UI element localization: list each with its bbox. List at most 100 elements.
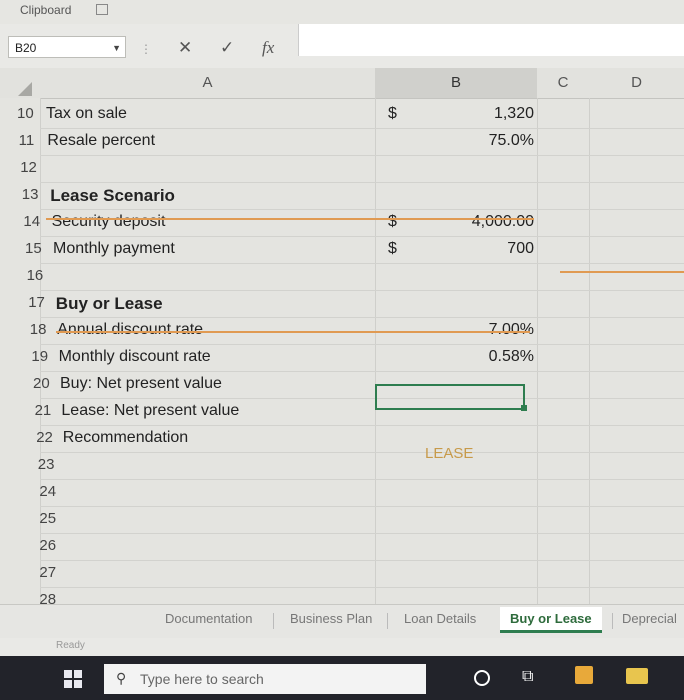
cell-value[interactable]: 700 xyxy=(507,240,534,258)
currency-symbol: $ xyxy=(388,213,397,230)
insert-function-icon[interactable]: fx xyxy=(262,38,274,58)
status-bar: Ready xyxy=(0,638,684,656)
fill-handle[interactable] xyxy=(521,405,527,411)
table-row[interactable]: 20 Buy: Net present value xyxy=(0,372,684,399)
table-row[interactable]: 17 Buy or Lease xyxy=(0,291,684,318)
section-divider xyxy=(46,218,534,220)
sheet-tabs: Documentation Business Plan Loan Details… xyxy=(0,604,684,639)
row-label: Monthly discount rate xyxy=(58,348,211,365)
currency-symbol: $ xyxy=(388,105,397,122)
table-row[interactable]: 15 Monthly payment $700 xyxy=(0,237,684,264)
table-row[interactable]: 24 xyxy=(0,480,684,507)
table-row[interactable]: 27 xyxy=(0,561,684,588)
ribbon: Clipboard xyxy=(0,0,684,25)
row-number[interactable]: 20 xyxy=(33,375,63,392)
windows-start-icon[interactable] xyxy=(64,670,82,688)
row-number[interactable]: 18 xyxy=(30,321,60,338)
column-header-d[interactable]: D xyxy=(589,68,684,99)
row-label: Buy: Net present value xyxy=(60,375,222,392)
table-row[interactable]: 25 xyxy=(0,507,684,534)
table-row[interactable]: 22 Recommendation xyxy=(0,426,684,453)
table-row[interactable]: 14 Security deposit $4,000.00 xyxy=(0,210,684,237)
table-row[interactable]: 21 Lease: Net present value xyxy=(0,399,684,426)
row-number[interactable]: 25 xyxy=(39,510,69,527)
recommendation-value: LEASE xyxy=(425,445,474,462)
tab-separator xyxy=(273,613,274,629)
row-label: Lease Scenario xyxy=(50,186,175,205)
row-number[interactable]: 27 xyxy=(39,564,69,581)
table-row[interactable]: 12 xyxy=(0,156,684,183)
row-number[interactable]: 28 xyxy=(39,591,69,604)
column-header-a[interactable]: A xyxy=(40,68,376,99)
row-number[interactable]: 21 xyxy=(35,402,65,419)
table-row[interactable]: 16 xyxy=(0,264,684,291)
row-label: Lease: Net present value xyxy=(61,402,240,419)
row-number[interactable]: 13 xyxy=(22,186,52,203)
row-number[interactable]: 12 xyxy=(20,159,50,176)
cell-value[interactable]: 0.58% xyxy=(489,348,534,366)
tab-buy-or-lease[interactable]: Buy or Lease xyxy=(500,607,602,633)
cell-value[interactable]: 1,320 xyxy=(494,105,534,123)
file-explorer-icon[interactable] xyxy=(626,668,648,684)
dialog-launcher-icon[interactable] xyxy=(96,4,108,15)
row-label: Buy or Lease xyxy=(55,294,163,313)
cortana-icon[interactable] xyxy=(474,670,490,686)
name-box[interactable]: B20 ▼ xyxy=(8,36,126,58)
column-header-c[interactable]: C xyxy=(537,68,590,99)
row-number[interactable]: 17 xyxy=(28,294,58,311)
table-row[interactable]: 26 xyxy=(0,534,684,561)
tab-documentation[interactable]: Documentation xyxy=(165,611,252,626)
search-placeholder: Type here to search xyxy=(140,671,264,687)
active-cell-b20[interactable] xyxy=(375,384,525,410)
row-label: Tax on sale xyxy=(46,105,127,122)
clipboard-group-label: Clipboard xyxy=(20,3,72,17)
tab-loan-details[interactable]: Loan Details xyxy=(404,611,476,626)
section-divider xyxy=(56,331,530,333)
search-icon: ⚲ xyxy=(116,670,127,686)
row-label: Recommendation xyxy=(62,429,189,446)
cell-value[interactable]: 7.00% xyxy=(489,321,534,339)
row-number[interactable]: 10 xyxy=(17,105,47,122)
row-number[interactable]: 26 xyxy=(39,537,69,554)
store-icon[interactable] xyxy=(575,666,593,684)
row-label: Resale percent xyxy=(47,132,156,149)
row-number[interactable]: 16 xyxy=(27,267,57,284)
row-number[interactable]: 22 xyxy=(36,429,66,446)
row-label: Security deposit xyxy=(51,213,166,230)
table-row[interactable]: 13 Lease Scenario xyxy=(0,183,684,210)
taskbar: ⚲ Type here to search ⧉ xyxy=(0,656,684,700)
select-all-icon xyxy=(18,82,32,96)
table-row[interactable]: 23 xyxy=(0,453,684,480)
tab-separator xyxy=(387,613,388,629)
chevron-down-icon[interactable]: ▼ xyxy=(112,37,121,59)
tab-depreciation[interactable]: Deprecial xyxy=(622,611,677,626)
cell-value[interactable]: 75.0% xyxy=(489,132,534,150)
cancel-icon[interactable]: ✕ xyxy=(178,38,192,58)
formula-input[interactable] xyxy=(298,24,684,56)
row-number[interactable]: 24 xyxy=(39,483,69,500)
enter-icon[interactable]: ✓ xyxy=(220,38,234,58)
status-text: Ready xyxy=(56,640,85,651)
column-header-b[interactable]: B xyxy=(375,68,538,99)
formula-bar: B20 ▼ ⋮ ✕ ✓ fx xyxy=(0,24,684,68)
cell-value[interactable]: 4,000.00 xyxy=(472,213,534,231)
table-row[interactable]: 19 Monthly discount rate 0.58% xyxy=(0,345,684,372)
tab-business-plan[interactable]: Business Plan xyxy=(290,611,372,626)
currency-symbol: $ xyxy=(388,240,397,257)
row-label: Annual discount rate xyxy=(57,321,204,338)
worksheet-grid[interactable]: A B C D 10 Tax on sale $1,320 11 Resale perc… xyxy=(0,68,684,604)
taskbar-search[interactable]: ⚲ Type here to search xyxy=(104,664,426,694)
select-all-corner[interactable] xyxy=(0,68,40,98)
row-number[interactable]: 14 xyxy=(23,213,53,230)
task-view-icon[interactable]: ⧉ xyxy=(522,668,533,686)
section-divider xyxy=(560,271,684,273)
row-number[interactable]: 19 xyxy=(31,348,61,365)
row-number[interactable]: 23 xyxy=(38,456,68,473)
row-number[interactable]: 11 xyxy=(19,132,49,149)
tab-separator xyxy=(612,613,613,629)
table-row[interactable]: 11 Resale percent 75.0% xyxy=(0,129,684,156)
more-options-icon: ⋮ xyxy=(140,42,153,56)
table-row[interactable]: 10 Tax on sale $1,320 xyxy=(0,102,684,129)
row-number[interactable]: 15 xyxy=(25,240,55,257)
table-row[interactable]: 28 xyxy=(0,588,684,604)
